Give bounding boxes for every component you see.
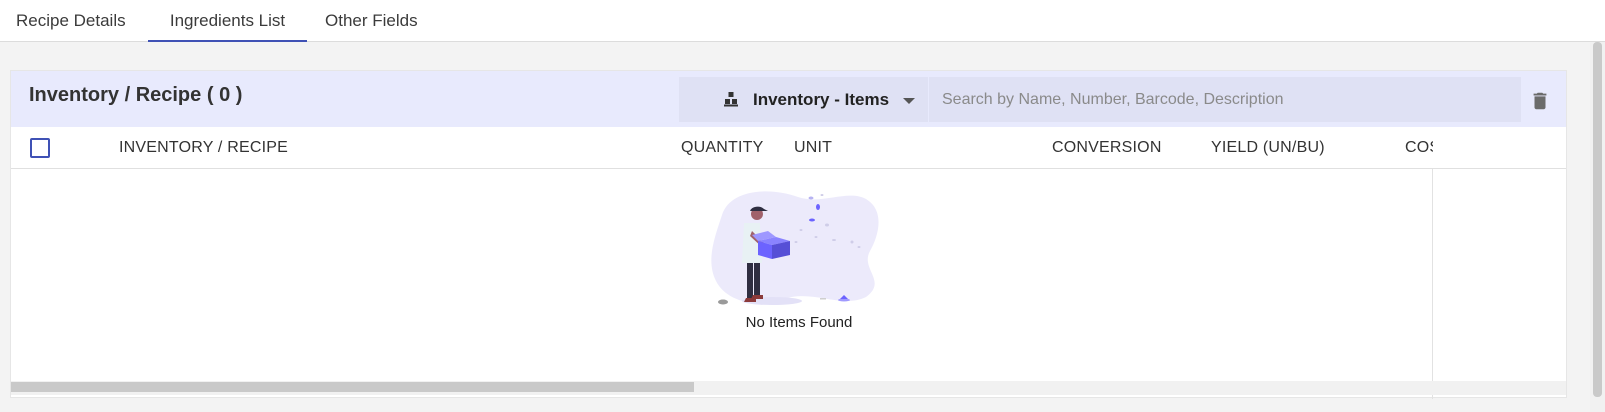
- page-scrollbar-thumb[interactable]: [1593, 42, 1602, 397]
- column-header-quantity[interactable]: QUANTITY: [681, 139, 764, 157]
- item-count: 0: [219, 84, 231, 106]
- tab-other-fields[interactable]: Other Fields: [325, 0, 418, 42]
- count-open-paren: (: [206, 84, 214, 106]
- column-header-unit[interactable]: UNIT: [794, 139, 832, 157]
- panel-title-text: Inventory / Recipe: [29, 84, 202, 106]
- boxes-icon: [724, 92, 738, 107]
- trash-icon[interactable]: [1529, 90, 1551, 112]
- search-input[interactable]: [929, 77, 1521, 122]
- item-type-dropdown[interactable]: Inventory - Items: [679, 77, 928, 122]
- ingredients-panel: Inventory / Recipe ( 0 ) Inventory - Ite…: [10, 70, 1567, 399]
- select-all-checkbox[interactable]: [30, 138, 50, 158]
- empty-box-illustration: [711, 191, 879, 305]
- column-header-conversion[interactable]: CONVERSION: [1052, 139, 1162, 157]
- column-header-inventory-recipe[interactable]: INVENTORY / RECIPE: [119, 139, 288, 157]
- panel-header: Inventory / Recipe ( 0 ) Inventory - Ite…: [11, 71, 1566, 127]
- panel-title: Inventory / Recipe ( 0 ): [29, 84, 242, 107]
- table-scrollbar-thumb[interactable]: [11, 382, 694, 392]
- dropdown-selected-value: Inventory - Items: [753, 90, 890, 109]
- column-header-cost[interactable]: COS: [1405, 139, 1433, 157]
- tab-ingredients-list[interactable]: Ingredients List: [148, 0, 307, 42]
- tab-recipe-details[interactable]: Recipe Details: [16, 0, 126, 42]
- table-header: INVENTORY / RECIPE QUANTITY UNIT CONVERS…: [11, 127, 1566, 169]
- empty-state-message: No Items Found: [745, 314, 853, 331]
- chevron-down-icon: [903, 98, 915, 104]
- tab-bar: Recipe Details Ingredients List Other Fi…: [0, 0, 1605, 42]
- table-body: No Items Found: [11, 169, 1566, 381]
- column-divider: [1432, 169, 1433, 399]
- count-close-paren: ): [235, 84, 243, 106]
- table-horizontal-scrollbar[interactable]: [11, 381, 1566, 395]
- column-header-yield[interactable]: YIELD (UN/BU): [1211, 139, 1325, 157]
